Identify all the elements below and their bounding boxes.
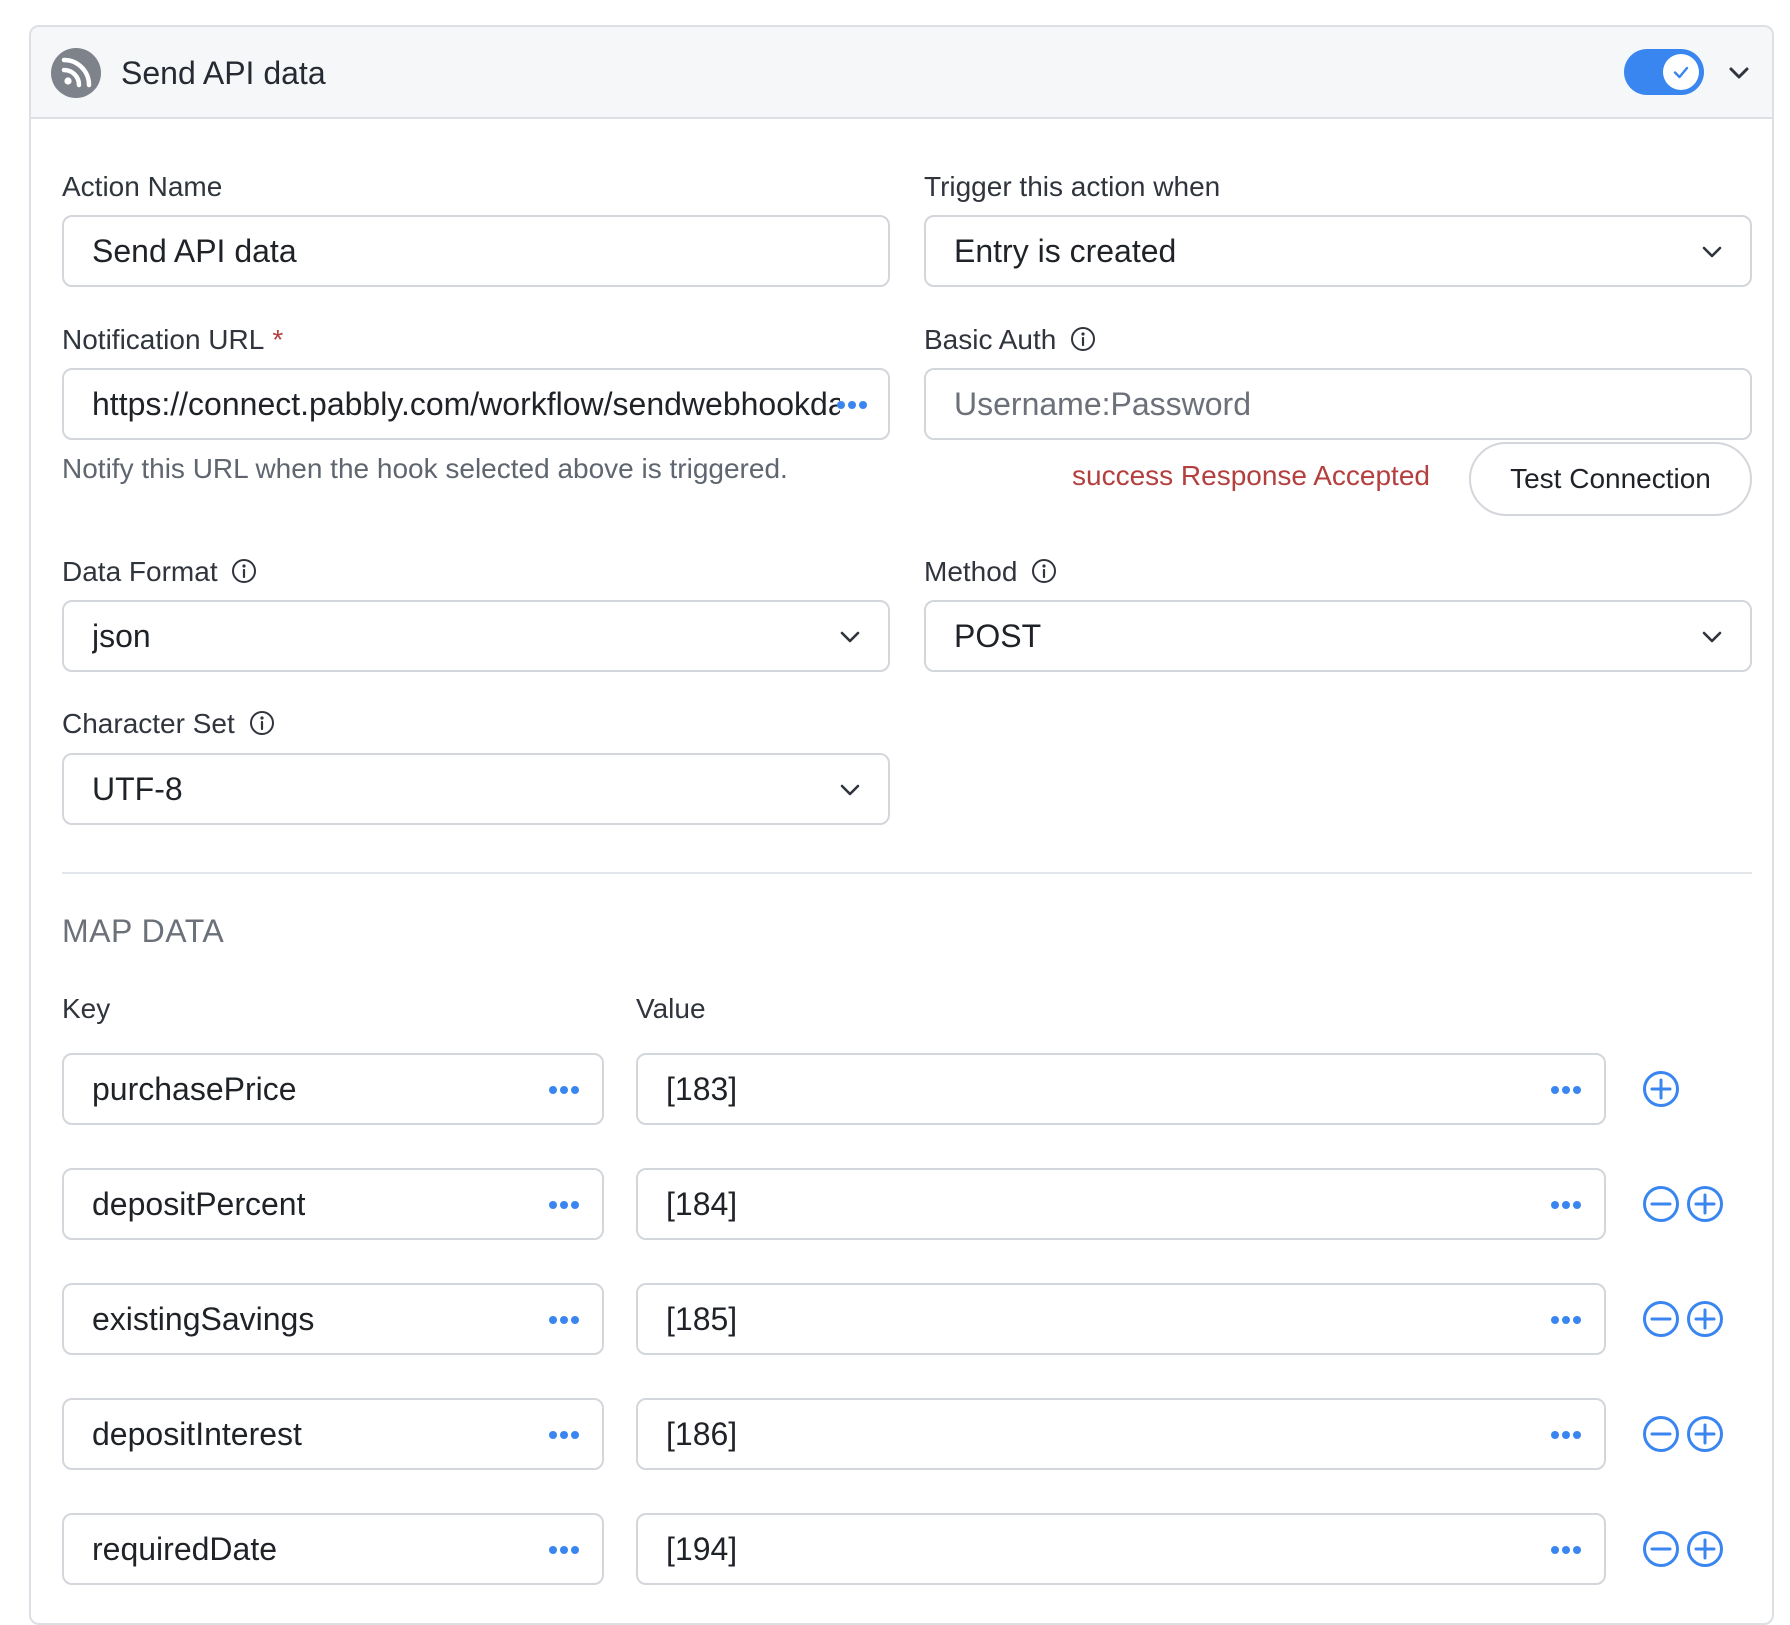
enable-toggle[interactable]	[1624, 49, 1704, 95]
method-label: Method	[924, 554, 1057, 590]
remove-row-icon[interactable]	[1641, 1299, 1681, 1339]
notification-url-label: Notification URL *	[62, 322, 283, 358]
map-value-value: [186]	[666, 1416, 738, 1452]
more-dots-icon[interactable]	[547, 1313, 581, 1327]
chevron-down-icon	[840, 631, 860, 643]
info-icon[interactable]	[249, 710, 275, 736]
basic-auth-input[interactable]	[954, 370, 1722, 438]
charset-label: Character Set	[62, 706, 275, 742]
add-row-icon[interactable]	[1685, 1529, 1725, 1569]
chevron-down-icon	[1702, 246, 1722, 258]
map-key-value: purchasePrice	[92, 1071, 297, 1107]
action-name-input[interactable]	[92, 217, 860, 285]
notification-url-helper: Notify this URL when the hook selected a…	[62, 453, 788, 484]
more-dots-icon[interactable]	[547, 1543, 581, 1557]
map-key-field[interactable]: purchasePrice	[62, 1053, 604, 1125]
action-name-field[interactable]	[62, 215, 890, 287]
map-value-field[interactable]: [194]	[636, 1513, 1606, 1585]
data-format-select[interactable]: json	[62, 600, 890, 672]
data-format-value: json	[92, 618, 151, 654]
value-column-header: Value	[636, 993, 706, 1024]
info-icon[interactable]	[1070, 326, 1096, 352]
add-row-icon[interactable]	[1685, 1184, 1725, 1224]
panel-header: Send API data	[31, 27, 1772, 119]
info-icon[interactable]	[1031, 558, 1057, 584]
basic-auth-label-text: Basic Auth	[924, 324, 1057, 355]
remove-row-icon[interactable]	[1641, 1414, 1681, 1454]
notification-url-value: https://connect.pabbly.com/workflow/send…	[92, 386, 840, 422]
charset-value: UTF-8	[92, 771, 183, 807]
test-connection-button[interactable]: Test Connection	[1469, 442, 1752, 516]
panel-title: Send API data	[121, 55, 326, 91]
map-value-value: [194]	[666, 1531, 738, 1567]
more-dots-icon[interactable]	[835, 398, 869, 412]
required-mark: *	[272, 324, 284, 355]
add-row-icon[interactable]	[1685, 1299, 1725, 1339]
map-value-field[interactable]: [183]	[636, 1053, 1606, 1125]
data-format-label-text: Data Format	[62, 556, 218, 587]
basic-auth-field[interactable]	[924, 368, 1752, 440]
action-name-label: Action Name	[62, 171, 223, 202]
map-key-value: depositInterest	[92, 1416, 302, 1452]
notification-url-label-text: Notification URL	[62, 324, 265, 355]
charset-select[interactable]: UTF-8	[62, 753, 890, 825]
map-data-title: MAP DATA	[62, 913, 225, 949]
map-key-field[interactable]: depositInterest	[62, 1398, 604, 1470]
map-key-value: requiredDate	[92, 1531, 277, 1567]
remove-row-icon[interactable]	[1641, 1529, 1681, 1569]
trigger-value: Entry is created	[954, 233, 1177, 269]
more-dots-icon[interactable]	[1549, 1428, 1583, 1442]
chevron-down-icon	[840, 784, 860, 796]
more-dots-icon[interactable]	[547, 1083, 581, 1097]
charset-label-text: Character Set	[62, 708, 235, 739]
add-row-icon[interactable]	[1641, 1069, 1681, 1109]
map-value-field[interactable]: [186]	[636, 1398, 1606, 1470]
more-dots-icon[interactable]	[547, 1428, 581, 1442]
key-column-header: Key	[62, 993, 111, 1024]
more-dots-icon[interactable]	[1549, 1543, 1583, 1557]
remove-row-icon[interactable]	[1641, 1184, 1681, 1224]
toggle-knob	[1663, 54, 1699, 90]
more-dots-icon[interactable]	[547, 1198, 581, 1212]
method-value: POST	[954, 618, 1042, 654]
add-row-icon[interactable]	[1685, 1414, 1725, 1454]
trigger-select[interactable]: Entry is created	[924, 215, 1752, 287]
basic-auth-label: Basic Auth	[924, 322, 1096, 358]
more-dots-icon[interactable]	[1549, 1313, 1583, 1327]
more-dots-icon[interactable]	[1549, 1198, 1583, 1212]
map-key-value: existingSavings	[92, 1301, 315, 1337]
data-format-label: Data Format	[62, 554, 257, 590]
check-icon	[1673, 66, 1689, 79]
send-api-data-panel: Send API data Action Name Trigger this a…	[29, 25, 1774, 1625]
map-key-field[interactable]: requiredDate	[62, 1513, 604, 1585]
chevron-down-icon	[1702, 631, 1722, 643]
map-key-value: depositPercent	[92, 1186, 306, 1222]
map-value-value: [183]	[666, 1071, 738, 1107]
info-icon[interactable]	[231, 558, 257, 584]
method-label-text: Method	[924, 556, 1018, 587]
chevron-down-icon[interactable]	[1726, 60, 1752, 86]
notification-url-field[interactable]: https://connect.pabbly.com/workflow/send…	[62, 368, 890, 440]
connection-status: success Response Accepted	[1072, 460, 1430, 491]
map-value-field[interactable]: [184]	[636, 1168, 1606, 1240]
section-divider	[62, 872, 1752, 874]
method-select[interactable]: POST	[924, 600, 1752, 672]
map-value-field[interactable]: [185]	[636, 1283, 1606, 1355]
map-key-field[interactable]: existingSavings	[62, 1283, 604, 1355]
rss-icon	[51, 48, 101, 98]
map-key-field[interactable]: depositPercent	[62, 1168, 604, 1240]
map-value-value: [184]	[666, 1186, 738, 1222]
trigger-label: Trigger this action when	[924, 171, 1221, 202]
more-dots-icon[interactable]	[1549, 1083, 1583, 1097]
map-value-value: [185]	[666, 1301, 738, 1337]
